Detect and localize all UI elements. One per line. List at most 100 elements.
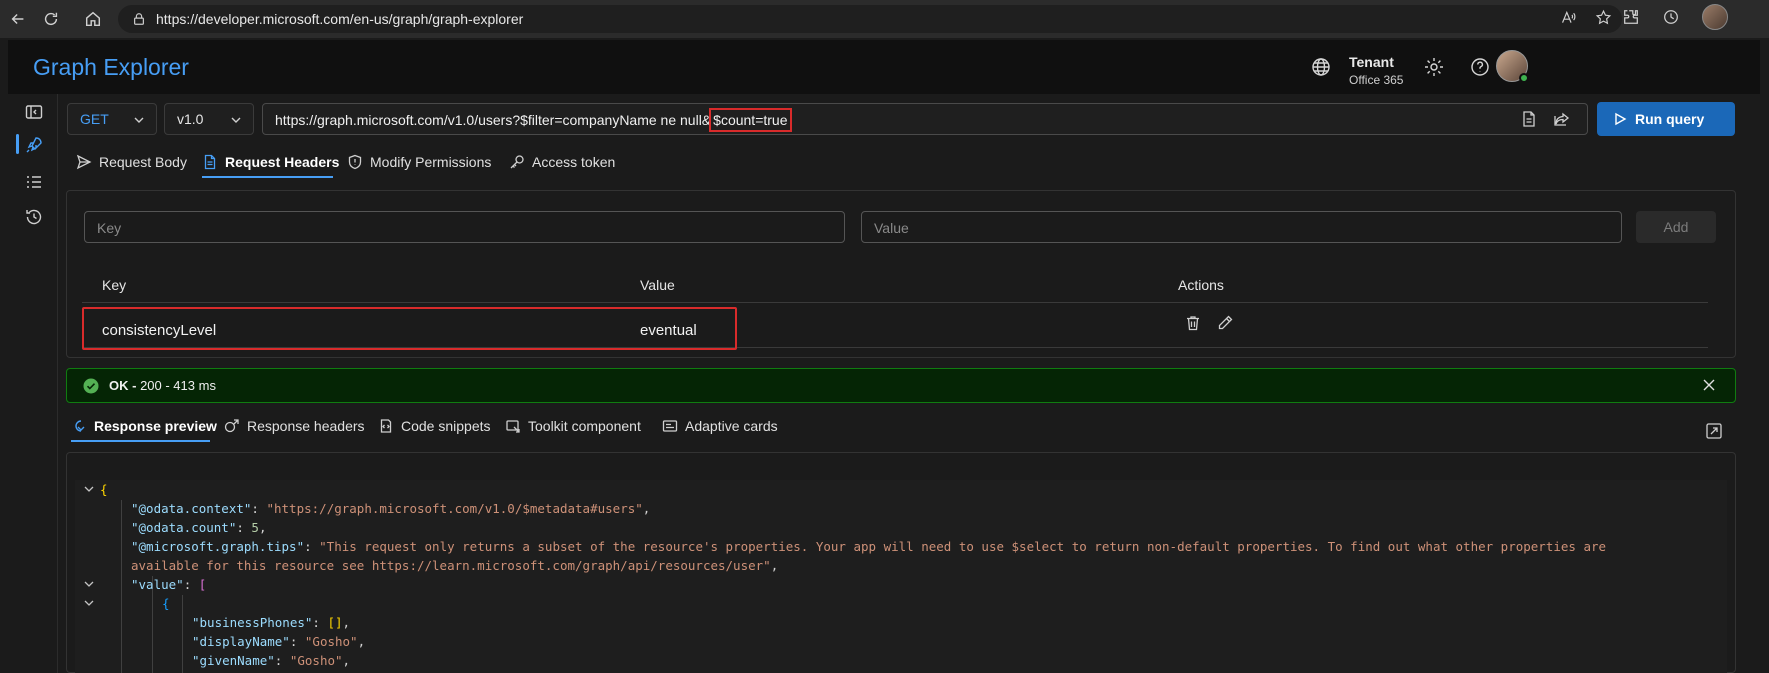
json-key: "givenName" bbox=[192, 653, 275, 668]
success-check-icon bbox=[83, 378, 99, 393]
home-icon[interactable] bbox=[77, 3, 109, 35]
settings-gear-icon[interactable] bbox=[1423, 56, 1445, 78]
tab-response-preview-label: Response preview bbox=[94, 418, 217, 434]
card-icon bbox=[662, 420, 678, 432]
header-value-placeholder: Value bbox=[874, 220, 909, 236]
shield-icon bbox=[348, 154, 362, 170]
json-key: "value" bbox=[131, 577, 184, 592]
http-method-select[interactable]: GET bbox=[67, 103, 157, 135]
code-icon bbox=[380, 419, 392, 433]
rail-active-indicator bbox=[16, 134, 19, 154]
add-header-label: Add bbox=[1663, 219, 1689, 235]
json-line: { bbox=[100, 482, 108, 497]
left-rail bbox=[8, 94, 58, 673]
column-header-actions: Actions bbox=[1178, 277, 1224, 293]
app-title[interactable]: Graph Explorer bbox=[33, 54, 189, 81]
expand-fullscreen-icon[interactable] bbox=[1705, 422, 1723, 440]
json-line: "value": [ bbox=[131, 577, 207, 592]
tab-access-token[interactable]: Access token bbox=[509, 154, 615, 170]
history-rail-icon[interactable] bbox=[24, 207, 44, 227]
help-icon[interactable] bbox=[1469, 56, 1491, 78]
run-query-label: Run query bbox=[1635, 111, 1705, 127]
tab-code-snippets[interactable]: Code snippets bbox=[378, 418, 491, 434]
json-line: "businessPhones": [], bbox=[192, 615, 351, 630]
header-key-input[interactable]: Key bbox=[84, 211, 845, 243]
fold-chevron-icon[interactable] bbox=[83, 597, 95, 609]
tab-toolkit-component-label: Toolkit component bbox=[528, 418, 641, 434]
sample-queries-rocket-icon[interactable] bbox=[24, 135, 44, 155]
chevron-down-icon bbox=[134, 117, 144, 123]
json-line: "givenName": "Gosho", bbox=[192, 653, 351, 668]
active-response-tab-underline bbox=[71, 440, 210, 442]
tab-toolkit-component[interactable]: Toolkit component bbox=[505, 418, 641, 434]
json-response-viewer[interactable]: { "@odata.context": "https://graph.micro… bbox=[75, 480, 1727, 673]
json-key: "displayName" bbox=[192, 634, 290, 649]
column-header-key: Key bbox=[102, 277, 127, 293]
tenant-label: Tenant bbox=[1349, 54, 1394, 70]
active-tab-underline bbox=[202, 176, 333, 178]
header-value-input[interactable]: Value bbox=[861, 211, 1622, 243]
tenant-name: Office 365 bbox=[1349, 73, 1404, 87]
back-icon[interactable] bbox=[2, 3, 34, 35]
preview-icon bbox=[75, 420, 85, 432]
tab-response-preview[interactable]: Response preview bbox=[71, 418, 217, 434]
delete-trash-icon[interactable] bbox=[1184, 314, 1202, 332]
tab-adaptive-cards[interactable]: Adaptive cards bbox=[662, 418, 778, 434]
history-icon[interactable] bbox=[1662, 8, 1680, 26]
resources-list-icon[interactable] bbox=[24, 172, 44, 192]
fold-chevron-icon[interactable] bbox=[83, 578, 95, 590]
app-header: Graph Explorer Tenant Office 365 bbox=[8, 40, 1760, 94]
favorite-star-icon[interactable] bbox=[1595, 9, 1612, 26]
tab-request-body[interactable]: Request Body bbox=[76, 154, 187, 170]
json-string: available for this resource see https://… bbox=[131, 558, 771, 573]
collapse-sidebar-icon[interactable] bbox=[24, 102, 44, 122]
tab-access-token-label: Access token bbox=[532, 154, 616, 170]
tab-adaptive-cards-label: Adaptive cards bbox=[685, 418, 778, 434]
read-aloud-icon[interactable] bbox=[1560, 9, 1577, 26]
json-line: "@odata.context": "https://graph.microso… bbox=[131, 501, 651, 516]
json-line: "@microsoft.graph.tips": "This request o… bbox=[131, 539, 1607, 554]
run-query-button[interactable]: Run query bbox=[1597, 102, 1735, 136]
address-text: https://developer.microsoft.com/en-us/gr… bbox=[156, 11, 524, 27]
play-icon bbox=[1615, 112, 1627, 126]
share-icon[interactable] bbox=[1553, 110, 1571, 128]
documentation-icon[interactable] bbox=[1520, 110, 1538, 128]
count-param-highlight: $count=true bbox=[709, 108, 792, 132]
json-key: "businessPhones" bbox=[192, 615, 313, 630]
browser-profile-avatar[interactable] bbox=[1702, 4, 1728, 30]
globe-icon[interactable] bbox=[1310, 56, 1332, 78]
edit-pencil-icon[interactable] bbox=[1216, 314, 1234, 332]
refresh-icon[interactable] bbox=[35, 3, 67, 35]
chevron-down-icon bbox=[231, 117, 241, 123]
tab-response-headers[interactable]: Response headers bbox=[224, 418, 365, 434]
http-method-value: GET bbox=[80, 111, 109, 127]
query-url-text: https://graph.microsoft.com/v1.0/users?$… bbox=[275, 112, 712, 128]
close-icon[interactable] bbox=[1700, 376, 1718, 394]
lock-icon bbox=[134, 13, 144, 25]
response-status-bar: OK - 200 - 413 ms bbox=[66, 368, 1736, 403]
toolkit-icon bbox=[506, 420, 520, 433]
fold-chevron-icon[interactable] bbox=[83, 483, 95, 495]
extensions-icon[interactable] bbox=[1622, 8, 1640, 26]
tenant-info[interactable]: Tenant Office 365 bbox=[1349, 54, 1403, 87]
status-detail: 200 - 413 ms bbox=[136, 378, 216, 393]
address-bar[interactable]: https://developer.microsoft.com/en-us/gr… bbox=[118, 5, 1622, 33]
api-version-select[interactable]: v1.0 bbox=[164, 103, 254, 135]
browser-toolbar: https://developer.microsoft.com/en-us/gr… bbox=[0, 0, 1769, 38]
presence-dot bbox=[1519, 73, 1529, 83]
json-number: 5 bbox=[251, 520, 259, 535]
document-icon bbox=[204, 154, 216, 170]
query-url-input[interactable]: https://graph.microsoft.com/v1.0/users?$… bbox=[262, 103, 1588, 135]
json-key: "@odata.context" bbox=[131, 501, 252, 516]
tab-response-headers-label: Response headers bbox=[247, 418, 365, 434]
json-string: "This request only returns a subset of t… bbox=[319, 539, 1607, 554]
add-header-button[interactable]: Add bbox=[1636, 211, 1716, 243]
json-line: available for this resource see https://… bbox=[131, 558, 779, 573]
json-line: "displayName": "Gosho", bbox=[192, 634, 366, 649]
user-avatar[interactable] bbox=[1496, 50, 1529, 83]
key-icon bbox=[510, 155, 524, 169]
json-string: "Gosho" bbox=[289, 653, 343, 668]
json-key: "@microsoft.graph.tips" bbox=[131, 539, 305, 554]
tab-request-headers[interactable]: Request Headers bbox=[202, 154, 339, 170]
tab-modify-permissions[interactable]: Modify Permissions bbox=[347, 154, 491, 170]
